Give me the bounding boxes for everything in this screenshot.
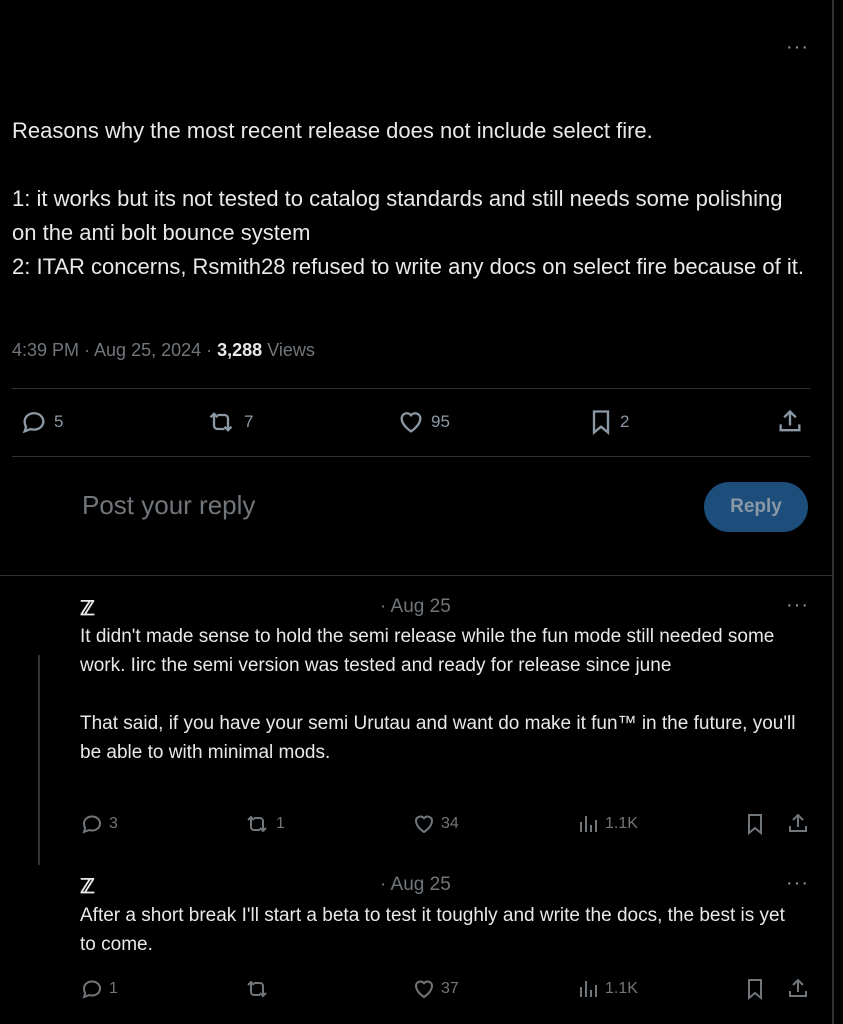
share-button[interactable] [786,977,810,1001]
tweet-text-line: 2: ITAR concerns, Rsmith28 refused to wr… [12,254,804,279]
share-button[interactable] [786,812,810,836]
tweet-text-line: 1: it works but its not tested to catalo… [12,186,783,245]
bookmark-count: 2 [620,412,630,431]
more-options-icon[interactable]: ··· [786,873,809,893]
retweet-button[interactable]: 1 [243,812,285,836]
bookmark-button[interactable] [744,977,766,1001]
retweet-button[interactable]: 7 [204,408,253,436]
tweet-text-line: Reasons why the most recent release does… [12,118,653,143]
bookmark-button[interactable] [744,812,766,836]
reply-icon [82,980,102,999]
bookmark-icon [748,979,762,1001]
reply-timestamp[interactable]: · Aug 25 [380,596,451,618]
retweet-icon [247,980,267,998]
reply-button[interactable]: 3 [80,812,118,836]
views-count: 1.1K [605,980,638,997]
reply-author[interactable]: ℤ [80,874,95,899]
views-count: 1.1K [605,815,638,832]
reply-text-paragraph: That said, if you have your semi Urutau … [80,713,796,763]
thread-line [38,655,40,865]
views-button[interactable]: 1.1K [578,812,638,836]
like-button[interactable]: 37 [412,977,459,1001]
bookmark-icon [748,814,762,836]
heart-icon [414,980,434,999]
views-count: 3,288 [217,340,263,360]
reply-icon [22,412,45,434]
like-count: 95 [431,412,450,431]
reply-input[interactable]: Post your reply [82,490,255,521]
like-button[interactable]: 34 [412,812,459,836]
reply-count: 3 [109,815,118,832]
share-button[interactable] [776,408,804,436]
reply-text-paragraph: After a short break I'll start a beta to… [80,905,785,955]
tweet-text: Reasons why the most recent release does… [12,114,812,284]
like-button[interactable]: 95 [397,408,450,436]
tweet-timestamp[interactable]: 4:39 PM · Aug 25, 2024 · [12,340,217,360]
retweet-button[interactable] [243,977,276,1001]
reply-icon [82,815,102,834]
reply-text: After a short break I'll start a beta to… [80,901,800,959]
reply-button[interactable]: 5 [20,408,63,436]
divider [0,575,832,576]
retweet-icon [209,412,233,432]
share-icon [789,813,807,832]
divider [12,456,810,457]
reply-count: 5 [54,412,64,431]
more-options-icon[interactable]: ··· [786,595,809,615]
divider [12,388,810,389]
reply-count: 1 [109,980,118,997]
like-count: 34 [441,815,459,832]
bookmark-icon [592,410,610,435]
reply-text-paragraph: It didn't made sense to hold the semi re… [80,626,775,676]
reply-submit-button[interactable]: Reply [704,482,808,532]
retweet-count: 7 [244,412,254,431]
retweet-icon [247,815,267,833]
share-icon [789,978,807,997]
analytics-icon [580,981,597,997]
views-label: Views [262,340,315,360]
reply-button[interactable]: 1 [80,977,118,1001]
heart-icon [400,412,422,433]
heart-icon [414,815,434,834]
column-border [832,0,834,1024]
reply-text: It didn't made sense to hold the semi re… [80,622,800,767]
retweet-count: 1 [276,815,285,832]
bookmark-button[interactable]: 2 [588,408,629,436]
analytics-icon [580,816,597,832]
share-icon [779,409,801,432]
views-button[interactable]: 1.1K [578,977,638,1001]
reply-author[interactable]: ℤ [80,596,95,621]
reply-timestamp[interactable]: · Aug 25 [380,874,451,896]
more-options-icon[interactable]: ··· [786,37,809,57]
tweet-meta: 4:39 PM · Aug 25, 2024 · 3,288 Views [12,340,315,361]
like-count: 37 [441,980,459,997]
